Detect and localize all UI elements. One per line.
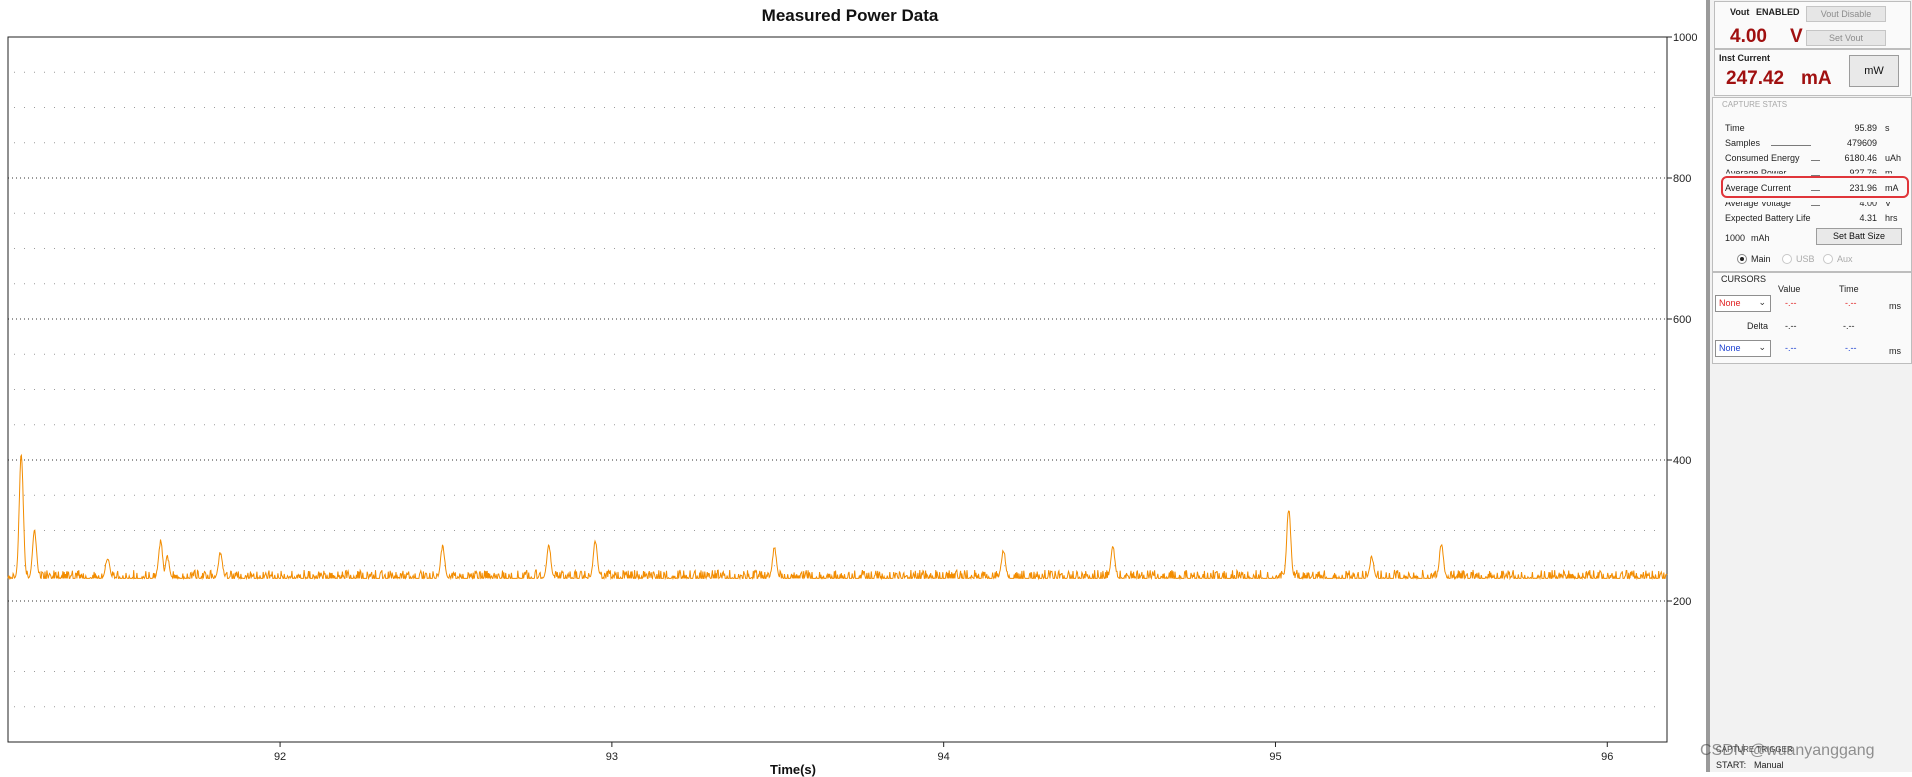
start-value: Manual bbox=[1754, 760, 1784, 770]
vout-state: ENABLED bbox=[1756, 7, 1800, 17]
vout-unit: V bbox=[1790, 26, 1803, 47]
stat-leader-line bbox=[1811, 205, 1820, 206]
batt-size-unit: mAh bbox=[1751, 233, 1770, 243]
power-chart[interactable]: 200 400 600 800 1000 92 93 94 95 96 bbox=[0, 0, 1706, 772]
set-batt-size-button[interactable]: Set Batt Size bbox=[1816, 228, 1902, 245]
cursor1-select[interactable]: None ⌄ bbox=[1715, 295, 1771, 312]
y-tick-label: 1000 bbox=[1673, 32, 1697, 44]
inst-current-box: Inst Current 247.42 mA mW bbox=[1714, 49, 1911, 96]
stat-leader-line bbox=[1811, 160, 1820, 161]
cursor1-unit: ms bbox=[1889, 301, 1901, 311]
stat-label-consumed-energy: Consumed Energy bbox=[1725, 153, 1800, 163]
source-usb-label: USB bbox=[1796, 254, 1815, 264]
stat-label-average-voltage: Average Voltage bbox=[1725, 198, 1791, 208]
watermark: CSDN @wuanyanggang bbox=[1700, 742, 1875, 759]
stat-value-time: 95.89 bbox=[1854, 123, 1877, 133]
cursors-col-time: Time bbox=[1839, 284, 1859, 294]
vout-box: Vout ENABLED 4.00 V Vout Disable Set Vou… bbox=[1714, 1, 1911, 49]
stat-unit-time: s bbox=[1885, 123, 1890, 133]
chevron-down-icon: ⌄ bbox=[1758, 342, 1766, 352]
x-tick-label: 96 bbox=[1601, 751, 1613, 763]
control-panel: Vout ENABLED 4.00 V Vout Disable Set Vou… bbox=[1710, 0, 1912, 772]
source-aux-label: Aux bbox=[1837, 254, 1853, 264]
inst-current-unit: mA bbox=[1801, 68, 1832, 89]
y-tick-label: 600 bbox=[1673, 314, 1691, 326]
stat-label-samples: Samples bbox=[1725, 138, 1761, 148]
source-main-label: Main bbox=[1751, 254, 1771, 264]
cursor2-select[interactable]: None ⌄ bbox=[1715, 340, 1771, 357]
set-vout-button[interactable]: Set Vout bbox=[1806, 30, 1886, 46]
stat-value-consumed-energy: 6180.46 bbox=[1844, 153, 1877, 163]
cursor1-value: -.-- bbox=[1785, 298, 1797, 308]
capture-stats-title: CAPTURE STATS bbox=[1722, 100, 1788, 109]
cursors-box: CURSORS Value Time None ⌄ -.-- -.-- ms D… bbox=[1712, 272, 1912, 364]
inst-current-value: 247.42 bbox=[1726, 68, 1785, 89]
stat-value-average-voltage: 4.00 bbox=[1859, 198, 1877, 208]
y-tick-label: 200 bbox=[1673, 596, 1691, 608]
vout-value: 4.00 bbox=[1730, 26, 1767, 47]
x-tick-label: 92 bbox=[274, 751, 286, 763]
y-tick-label: 800 bbox=[1673, 173, 1691, 185]
source-aux-radio[interactable] bbox=[1823, 254, 1833, 264]
x-axis-label: Time(s) bbox=[770, 762, 816, 777]
stat-unit-average-voltage: V bbox=[1885, 198, 1892, 208]
cursor2-time: -.-- bbox=[1845, 343, 1857, 353]
plot-border bbox=[7, 36, 1668, 743]
stat-value-samples: 479609 bbox=[1846, 138, 1877, 148]
source-main-radio[interactable] bbox=[1737, 254, 1747, 264]
cursor2-unit: ms bbox=[1889, 346, 1901, 356]
delta-value: -.-- bbox=[1785, 321, 1797, 331]
batt-size-value: 1000 bbox=[1725, 233, 1746, 243]
cursor1-time: -.-- bbox=[1845, 298, 1857, 308]
y-tick-label: 400 bbox=[1673, 455, 1691, 467]
stat-value-battery-life: 4.31 bbox=[1859, 213, 1877, 223]
cursor2-select-value: None bbox=[1719, 343, 1741, 353]
stat-label-battery-life: Expected Battery Life bbox=[1725, 213, 1811, 223]
start-label: START: bbox=[1716, 760, 1747, 770]
x-tick-label: 94 bbox=[938, 751, 950, 763]
cursors-title: CURSORS bbox=[1721, 274, 1767, 284]
chart-area: Measured Power Data 200 400 600 800 1000 92 93… bbox=[0, 0, 1706, 777]
vout-disable-button[interactable]: Vout Disable bbox=[1806, 6, 1886, 22]
cursors-col-value: Value bbox=[1778, 284, 1801, 294]
x-tick-label: 93 bbox=[606, 751, 618, 763]
inst-current-label: Inst Current bbox=[1719, 53, 1771, 63]
delta-label: Delta bbox=[1747, 321, 1769, 331]
cursor2-value: -.-- bbox=[1785, 343, 1797, 353]
stat-leader-line bbox=[1771, 145, 1811, 146]
cursor1-select-value: None bbox=[1719, 298, 1741, 308]
vout-label: Vout bbox=[1730, 7, 1750, 17]
source-usb-radio[interactable] bbox=[1782, 254, 1792, 264]
chevron-down-icon: ⌄ bbox=[1758, 297, 1766, 307]
x-tick-label: 95 bbox=[1269, 751, 1281, 763]
stat-unit-consumed-energy: uAh bbox=[1885, 153, 1902, 163]
average-current-highlight bbox=[1721, 176, 1909, 198]
power-series-line bbox=[7, 453, 1668, 581]
stat-label-time: Time bbox=[1725, 123, 1745, 133]
mw-toggle-button[interactable]: mW bbox=[1849, 55, 1899, 87]
delta-time: -.-- bbox=[1843, 321, 1855, 331]
stat-unit-battery-life: hrs bbox=[1885, 213, 1898, 223]
